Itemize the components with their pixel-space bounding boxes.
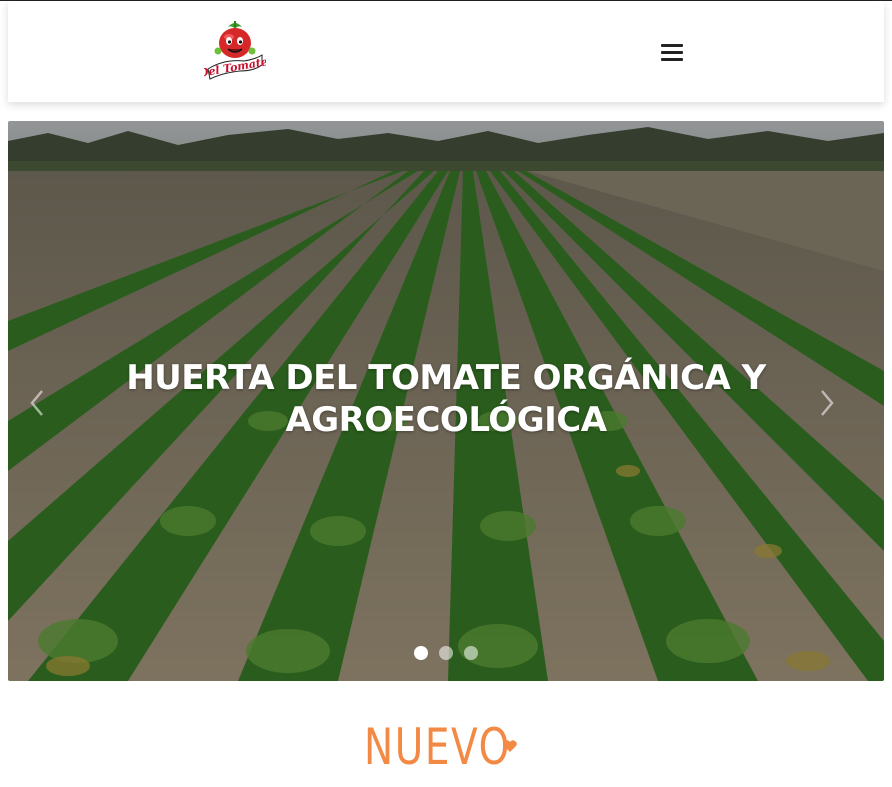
carousel-prev-button[interactable]: [22, 383, 52, 423]
heart-icon: [503, 740, 517, 752]
logo-graphic: Del Tomate: [197, 21, 269, 80]
hamburger-menu-icon[interactable]: [659, 41, 685, 63]
chevron-right-icon: [821, 390, 834, 416]
slide-caption-line-2: AGROECOLÓGICA: [285, 400, 607, 440]
menu-bar-bottom: [661, 58, 683, 61]
brand-logo[interactable]: Del Tomate: [197, 19, 269, 83]
menu-bar-top: [661, 44, 683, 47]
slide-caption: HUERTA DEL TOMATE ORGÁNICA Y AGROECOLÓGI…: [88, 357, 804, 441]
carousel-indicators: [412, 645, 482, 661]
carousel-indicator-3[interactable]: [464, 646, 478, 660]
site-header: Del Tomate: [8, 1, 884, 102]
carousel-indicator-1[interactable]: [414, 646, 428, 660]
section-title-nuevo: NUEVO: [364, 718, 511, 776]
carousel-next-button[interactable]: [812, 383, 842, 423]
logo-text: Del Tomate: [204, 55, 266, 80]
chevron-left-icon: [30, 390, 43, 416]
slide-caption-line-1: HUERTA DEL TOMATE ORGÁNICA Y: [126, 358, 766, 398]
hero-carousel[interactable]: HUERTA DEL TOMATE ORGÁNICA Y AGROECOLÓGI…: [8, 121, 884, 681]
menu-bar-middle: [661, 51, 683, 54]
carousel-indicator-2[interactable]: [439, 646, 453, 660]
